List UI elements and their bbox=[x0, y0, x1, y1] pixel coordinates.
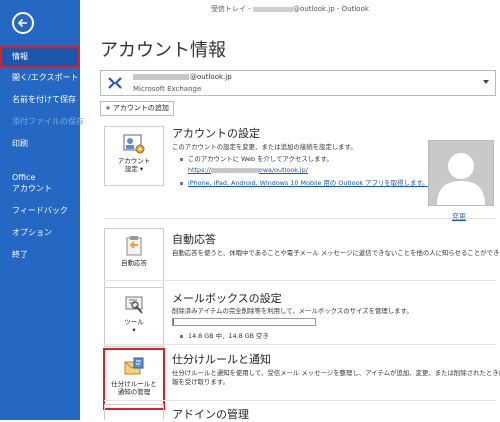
usage-text: 14.8 GB 中、14.8 GB 空き bbox=[188, 332, 269, 340]
section-divider bbox=[104, 218, 496, 219]
nav-item-label: 情報 bbox=[12, 52, 28, 61]
mailbox-usage-bar bbox=[172, 318, 316, 326]
mailbox-settings-desc: 削除済みアイテムの完全削除等を利用して、メールボックスのサイズを管理します。 bbox=[172, 307, 413, 315]
dropdown-caret-icon bbox=[483, 80, 489, 84]
tile-label: ツール bbox=[124, 318, 144, 326]
nav-item-exit[interactable]: 終了 bbox=[0, 244, 80, 266]
mailbox-settings-title: メールボックスの設定 bbox=[172, 292, 282, 305]
nav-item-label: 終了 bbox=[12, 250, 28, 259]
nav-item-label: 添付ファイルの保存 bbox=[12, 117, 84, 126]
rules-desc-line1: 仕分けルールと通知を使用して、受信メール メッセージを整理し、アイテムが追加、変… bbox=[172, 369, 500, 377]
redacted-text bbox=[133, 74, 189, 80]
bullet-icon bbox=[180, 157, 183, 161]
redacted-text bbox=[253, 6, 294, 12]
section-divider bbox=[104, 280, 496, 281]
nav-item-office-account[interactable]: Office アカウント bbox=[0, 172, 80, 196]
account-settings-button[interactable]: アカウント 設定 ▾ bbox=[104, 126, 164, 186]
backstage-sidebar: 情報 開く/エクスポート 名前を付けて保存 添付ファイルの保存 印刷 Offic… bbox=[0, 0, 84, 420]
nav-item-feedback[interactable]: フィードバック bbox=[0, 200, 80, 222]
mailbox-usage-text: 14.8 GB 中、14.8 GB 空き bbox=[180, 331, 269, 340]
rules-icon bbox=[124, 357, 144, 375]
account-selector[interactable]: @outlook.jp Microsoft Exchange bbox=[100, 70, 496, 96]
owa-link[interactable]: https:// owa/outlook.jp/ bbox=[188, 166, 308, 174]
nav-item-label: Office bbox=[12, 173, 36, 182]
nav-item-info[interactable]: 情報 bbox=[0, 46, 80, 68]
auto-reply-icon bbox=[126, 236, 142, 256]
back-button[interactable] bbox=[12, 12, 34, 34]
auto-reply-button[interactable]: 自動応答 bbox=[104, 228, 164, 288]
nav-item-options[interactable]: オプション bbox=[0, 222, 80, 244]
add-account-button[interactable]: + アカウントの追加 bbox=[100, 101, 174, 116]
owa-link-prefix: https:// bbox=[188, 166, 211, 174]
page-title: アカウント情報 bbox=[100, 40, 226, 61]
change-photo-link[interactable]: 変更 bbox=[452, 212, 466, 222]
rules-title: 仕分けルールと通知 bbox=[172, 353, 271, 366]
addins-button[interactable] bbox=[104, 404, 164, 420]
account-settings-title: アカウントの設定 bbox=[172, 127, 260, 140]
tile-label: ▾ bbox=[132, 326, 136, 334]
nav-item-label: オプション bbox=[12, 228, 52, 237]
back-arrow-icon bbox=[17, 18, 27, 28]
nav-item-label: 開く/エクスポート bbox=[12, 73, 79, 82]
nav-item-print[interactable]: 印刷 bbox=[0, 133, 80, 155]
window-title-prefix: 受信トレイ - bbox=[211, 5, 254, 13]
auto-reply-desc: 自動応答を使うと、休暇中であることや電子メール メッセージに返信できないことを他… bbox=[172, 249, 500, 257]
redacted-text bbox=[210, 167, 259, 173]
rules-desc-line2: 報を受け取ります。 bbox=[172, 378, 229, 386]
nav-item-label: アカウント bbox=[12, 184, 52, 193]
profile-picture bbox=[428, 140, 494, 206]
tile-label: アカウント bbox=[117, 157, 151, 165]
bullet-mobile-app[interactable]: iPhone, iPad, Android, Windows 10 Mobile… bbox=[180, 178, 429, 187]
nav-item-save-as[interactable]: 名前を付けて保存 bbox=[0, 89, 80, 111]
person-silhouette-icon bbox=[437, 153, 485, 205]
bullet-icon bbox=[180, 181, 183, 185]
bullet-web-access: このアカウントに Web を介してアクセスします。 bbox=[180, 154, 333, 163]
account-settings-icon bbox=[123, 134, 145, 154]
nav-item-save-attachments: 添付ファイルの保存 bbox=[0, 111, 84, 133]
owa-link-suffix: owa/outlook.jp/ bbox=[258, 166, 308, 174]
nav-item-label: フィードバック bbox=[12, 206, 68, 215]
nav-item-label: 名前を付けて保存 bbox=[12, 95, 76, 104]
account-email-suffix: @outlook.jp bbox=[190, 73, 232, 81]
account-email: @outlook.jp bbox=[133, 73, 232, 81]
bullet-text: このアカウントに Web を介してアクセスします。 bbox=[188, 155, 333, 163]
auto-reply-title: 自動応答 bbox=[172, 233, 216, 246]
window-title-suffix: @outlook.jp - Outlook bbox=[293, 5, 369, 13]
window-title: 受信トレイ - @outlook.jp - Outlook bbox=[80, 0, 500, 18]
account-settings-desc: このアカウントの設定を変更、または追加の接続を設定します。 bbox=[172, 143, 357, 151]
section-divider bbox=[104, 400, 496, 401]
tools-button[interactable]: ツール ▾ bbox=[104, 287, 164, 347]
tile-label: 仕分けルールと bbox=[111, 380, 157, 388]
tile-label: 設定 ▾ bbox=[124, 165, 144, 173]
nav-item-open-export[interactable]: 開く/エクスポート bbox=[0, 67, 80, 89]
add-account-label: アカウントの追加 bbox=[112, 104, 169, 112]
exchange-icon bbox=[108, 77, 122, 89]
plus-icon: + bbox=[105, 104, 111, 112]
mobile-app-link: iPhone, iPad, Android, Windows 10 Mobile… bbox=[188, 179, 429, 187]
section-divider bbox=[104, 344, 496, 345]
mailbox-usage-fill bbox=[173, 319, 175, 325]
tile-label: 通知の管理 bbox=[117, 388, 151, 396]
account-type: Microsoft Exchange bbox=[133, 85, 202, 93]
owa-link-text: https:// owa/outlook.jp/ bbox=[188, 166, 308, 174]
tools-icon bbox=[125, 296, 143, 314]
nav-item-label: 印刷 bbox=[12, 139, 28, 148]
tile-label: 自動応答 bbox=[121, 259, 147, 267]
bullet-icon bbox=[180, 334, 183, 338]
